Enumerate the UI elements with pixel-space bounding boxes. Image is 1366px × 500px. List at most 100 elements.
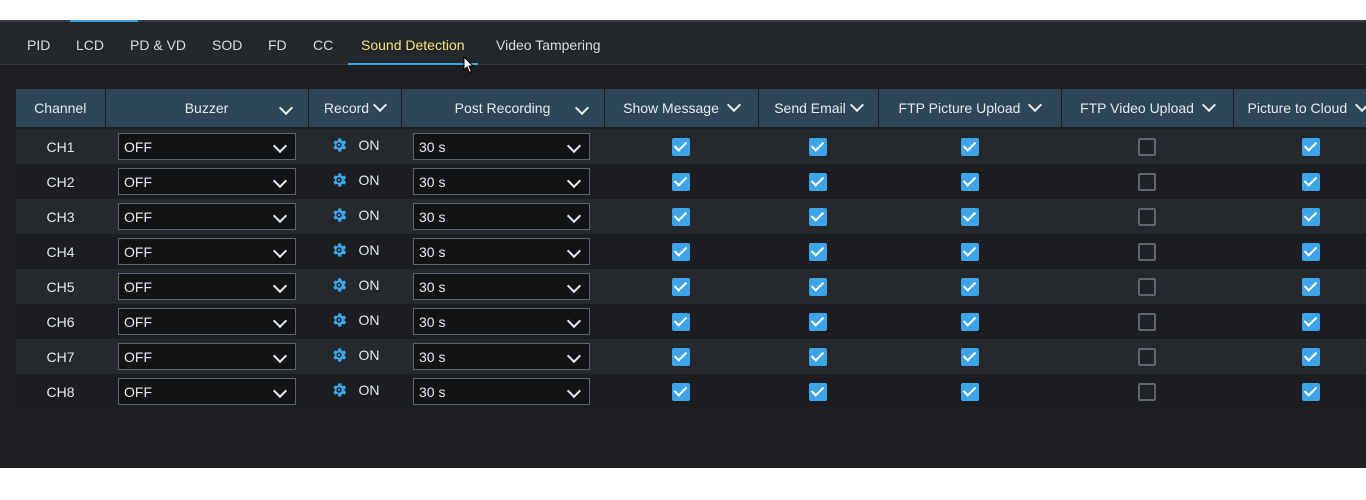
chevron-down-icon[interactable] [566,383,582,399]
post-recording-select[interactable]: 30 s [413,378,590,405]
post-recording-select[interactable]: 30 s [413,133,590,160]
tab-lcd[interactable]: LCD [76,22,104,64]
tab-sound-detection[interactable]: Sound Detection [348,22,478,65]
picture-to-cloud-checkbox[interactable] [1302,312,1320,331]
tab-pd-vd[interactable]: PD & VD [130,22,186,64]
chevron-down-icon[interactable] [278,100,293,116]
ftp-picture-checkbox[interactable] [960,172,979,191]
send-email-checkbox[interactable] [809,277,827,296]
show-message-checkbox[interactable] [672,172,690,191]
ftp-video-checkbox[interactable] [1138,242,1156,261]
chevron-down-icon[interactable] [1201,97,1217,113]
chevron-down-icon[interactable] [566,348,582,364]
record-setting[interactable]: ON [330,381,380,399]
buzzer-select[interactable]: OFF [118,273,296,300]
tab-sod[interactable]: SOD [212,22,242,64]
ftp-video-checkbox[interactable] [1138,312,1156,331]
tab-fd[interactable]: FD [268,22,287,64]
ftp-picture-checkbox[interactable] [960,207,979,226]
record-setting[interactable]: ON [330,276,380,294]
chevron-down-icon[interactable] [566,138,582,154]
send-email-checkbox[interactable] [809,172,827,191]
show-message-checkbox[interactable] [672,347,690,366]
tab-cc[interactable]: CC [313,22,333,64]
chevron-down-icon[interactable] [1355,97,1366,113]
picture-to-cloud-checkbox[interactable] [1302,172,1320,191]
chevron-down-icon[interactable] [372,97,388,113]
buzzer-select[interactable]: OFF [118,238,296,265]
ftp-picture-checkbox[interactable] [960,347,979,366]
chevron-down-icon[interactable] [566,278,582,294]
col-header-picture-to-cloud[interactable]: Picture to Cloud [1233,89,1366,129]
ftp-video-checkbox[interactable] [1138,347,1156,366]
post-recording-select[interactable]: 30 s [413,308,590,335]
record-setting[interactable]: ON [330,206,380,224]
chevron-down-icon[interactable] [726,97,741,113]
post-recording-select[interactable]: 30 s [413,238,590,265]
chevron-down-icon[interactable] [272,173,288,189]
ftp-picture-checkbox[interactable] [960,312,979,331]
chevron-down-icon[interactable] [566,313,582,329]
send-email-checkbox[interactable] [809,207,827,226]
tab-pid[interactable]: PID [27,22,50,64]
ftp-picture-checkbox[interactable] [960,382,979,401]
picture-to-cloud-checkbox[interactable] [1302,382,1320,401]
record-setting[interactable]: ON [330,311,380,329]
show-message-checkbox[interactable] [672,242,690,261]
chevron-down-icon[interactable] [574,100,589,116]
picture-to-cloud-checkbox[interactable] [1302,207,1320,226]
gear-icon[interactable] [330,311,348,329]
col-header-show-message[interactable]: Show Message [604,89,759,129]
chevron-down-icon[interactable] [272,243,288,259]
post-recording-select[interactable]: 30 s [413,203,590,230]
show-message-checkbox[interactable] [672,137,690,156]
ftp-video-checkbox[interactable] [1138,277,1156,296]
picture-to-cloud-checkbox[interactable] [1302,137,1320,156]
show-message-checkbox[interactable] [672,382,690,401]
gear-icon[interactable] [330,136,348,154]
picture-to-cloud-checkbox[interactable] [1302,347,1320,366]
show-message-checkbox[interactable] [672,277,690,296]
record-setting[interactable]: ON [330,241,380,259]
send-email-checkbox[interactable] [809,347,827,366]
gear-icon[interactable] [330,241,348,259]
ftp-video-checkbox[interactable] [1138,207,1156,226]
chevron-down-icon[interactable] [272,313,288,329]
chevron-down-icon[interactable] [1028,97,1043,113]
col-header-record[interactable]: Record [308,89,402,129]
post-recording-select[interactable]: 30 s [413,343,590,370]
ftp-picture-checkbox[interactable] [960,242,979,261]
chevron-down-icon[interactable] [566,208,582,224]
ftp-video-checkbox[interactable] [1138,172,1156,191]
gear-icon[interactable] [330,171,348,189]
chevron-down-icon[interactable] [272,383,288,399]
tab-video-tampering[interactable]: Video Tampering [496,22,601,64]
col-header-buzzer[interactable]: Buzzer [105,89,309,129]
record-setting[interactable]: ON [330,171,380,189]
ftp-video-checkbox[interactable] [1138,137,1156,156]
col-header-ftp-picture[interactable]: FTP Picture Upload [878,89,1062,129]
chevron-down-icon[interactable] [849,97,864,113]
chevron-down-icon[interactable] [272,278,288,294]
col-header-ftp-video[interactable]: FTP Video Upload [1061,89,1234,129]
chevron-down-icon[interactable] [566,243,582,259]
buzzer-select[interactable]: OFF [118,343,296,370]
buzzer-select[interactable]: OFF [118,203,296,230]
buzzer-select[interactable]: OFF [118,308,296,335]
send-email-checkbox[interactable] [809,242,827,261]
buzzer-select[interactable]: OFF [118,133,296,160]
record-setting[interactable]: ON [330,346,380,364]
chevron-down-icon[interactable] [272,138,288,154]
gear-icon[interactable] [330,206,348,224]
send-email-checkbox[interactable] [809,382,827,401]
record-setting[interactable]: ON [330,136,380,154]
col-header-post-recording[interactable]: Post Recording [401,89,605,129]
show-message-checkbox[interactable] [672,207,690,226]
col-header-send-email[interactable]: Send Email [758,89,879,129]
buzzer-select[interactable]: OFF [118,168,296,195]
ftp-video-checkbox[interactable] [1138,382,1156,401]
post-recording-select[interactable]: 30 s [413,168,590,195]
ftp-picture-checkbox[interactable] [960,277,979,296]
chevron-down-icon[interactable] [272,208,288,224]
gear-icon[interactable] [330,276,348,294]
